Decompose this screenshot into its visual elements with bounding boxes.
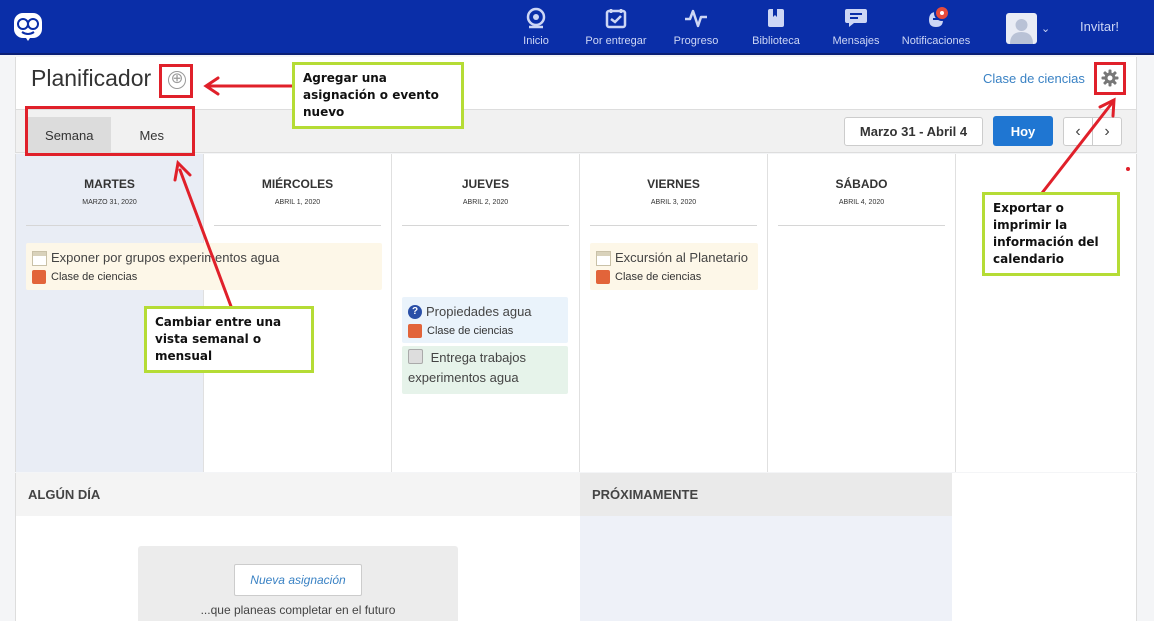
notification-badge	[934, 5, 950, 21]
calendar-event-icon	[32, 250, 47, 266]
nav-progress[interactable]: Progreso	[672, 6, 720, 52]
week-nav: ‹ ›	[1063, 117, 1122, 146]
day-divider	[778, 225, 945, 226]
date-range-button[interactable]: Marzo 31 - Abril 4	[844, 117, 983, 146]
section-title: PRÓXIMAMENTE	[592, 487, 699, 502]
calendar-event-icon	[596, 250, 611, 266]
someday-section: ALGÚN DÍA Nueva asignación ...que planea…	[15, 473, 581, 621]
nav-messages-label: Mensajes	[832, 35, 880, 47]
annotation-highlight-view	[25, 106, 195, 156]
day-date: ABRIL 3, 2020	[650, 199, 697, 206]
class-color-swatch	[408, 324, 422, 338]
day-divider	[214, 225, 381, 226]
event-class: Clase de ciencias	[427, 325, 514, 337]
annotation-highlight-add	[159, 64, 193, 98]
upcoming-header: PRÓXIMAMENTE	[580, 473, 952, 516]
assignments-icon	[605, 6, 627, 30]
library-icon	[766, 6, 786, 30]
annotation-highlight-gear	[1094, 62, 1126, 95]
class-color-swatch	[32, 270, 46, 284]
day-name: VIERNES	[647, 177, 700, 191]
progress-icon	[684, 6, 708, 30]
user-avatar[interactable]	[1006, 13, 1037, 44]
day-date: ABRIL 4, 2020	[838, 199, 885, 206]
day-date: ABRIL 2, 2020	[462, 199, 509, 206]
nav-assignments-label: Por entregar	[585, 35, 647, 47]
upcoming-section: PRÓXIMAMENTE	[580, 473, 952, 621]
event-class: Clase de ciencias	[51, 271, 138, 283]
nav-messages[interactable]: Mensajes	[830, 6, 882, 52]
callout-view: Cambiar entre una vista semanal o mensua…	[144, 306, 314, 373]
top-nav-bar: Inicio Por entregar Progreso Biblioteca	[0, 0, 1154, 55]
invite-link[interactable]: Invitar!	[1080, 19, 1119, 34]
nav-home[interactable]: Inicio	[519, 6, 553, 52]
day-date: MARZO 31, 2020	[82, 199, 137, 206]
class-filter-link[interactable]: Clase de ciencias	[983, 71, 1085, 86]
class-color-swatch	[596, 270, 610, 284]
edmodo-logo-icon[interactable]	[12, 10, 44, 42]
chevron-right-icon[interactable]: ›	[1093, 118, 1121, 145]
event-card[interactable]: Exponer por grupos experimentos agua Cla…	[26, 243, 382, 290]
nav-library[interactable]: Biblioteca	[750, 6, 802, 52]
day-column-saturday[interactable]: SÁBADO ABRIL 4, 2020	[768, 154, 956, 472]
callout-add: Agregar una asignación o evento nuevo	[292, 62, 464, 129]
quiz-icon: ?	[408, 305, 422, 319]
event-card[interactable]: Entrega trabajos experimentos agua	[402, 346, 568, 394]
day-name: MIÉRCOLES	[261, 177, 334, 191]
planner-page: Inicio Por entregar Progreso Biblioteca	[0, 0, 1154, 621]
nav-home-label: Inicio	[523, 35, 549, 47]
section-title: ALGÚN DÍA	[28, 487, 101, 502]
new-assignment-button[interactable]: Nueva asignación	[234, 564, 362, 596]
day-divider	[590, 225, 757, 226]
day-divider	[402, 225, 569, 226]
event-card[interactable]: Excursión al Planetario Clase de ciencia…	[590, 243, 758, 290]
event-title: Entrega trabajos experimentos agua	[408, 350, 527, 385]
today-button[interactable]: Hoy	[993, 116, 1053, 146]
chevron-left-icon[interactable]: ‹	[1064, 118, 1093, 145]
messages-icon	[844, 6, 868, 30]
event-title: Propiedades agua	[426, 304, 532, 319]
day-name: SÁBADO	[835, 177, 888, 191]
someday-dropzone: Nueva asignación ...que planeas completa…	[138, 546, 458, 621]
day-divider	[26, 225, 193, 226]
nav-notifications[interactable]: Notificaciones	[900, 5, 972, 52]
day-column-friday[interactable]: VIERNES ABRIL 3, 2020	[580, 154, 768, 472]
event-title: Excursión al Planetario	[615, 250, 748, 265]
event-class: Clase de ciencias	[615, 271, 702, 283]
event-card[interactable]: ? Propiedades agua Clase de ciencias	[402, 297, 568, 343]
right-panel	[952, 473, 1137, 621]
day-date: ABRIL 1, 2020	[274, 199, 321, 206]
nav-library-label: Biblioteca	[752, 35, 800, 47]
someday-header: ALGÚN DÍA	[16, 473, 581, 516]
nav-assignments[interactable]: Por entregar	[583, 6, 649, 52]
chevron-down-icon[interactable]: ⌄	[1041, 22, 1050, 35]
day-name: MARTES	[84, 177, 135, 191]
page-title: Planificador	[31, 65, 152, 91]
nav-progress-label: Progreso	[673, 35, 719, 47]
assignment-icon	[408, 349, 423, 364]
someday-hint: ...que planeas completar en el futuro	[200, 603, 396, 617]
home-icon	[525, 6, 547, 30]
nav-notifications-label: Notificaciones	[901, 35, 971, 47]
day-name: JUEVES	[461, 177, 510, 191]
callout-export: Exportar o imprimir la información del c…	[982, 192, 1120, 276]
event-title: Exponer por grupos experimentos agua	[51, 250, 280, 265]
annotation-dot	[1126, 167, 1130, 171]
